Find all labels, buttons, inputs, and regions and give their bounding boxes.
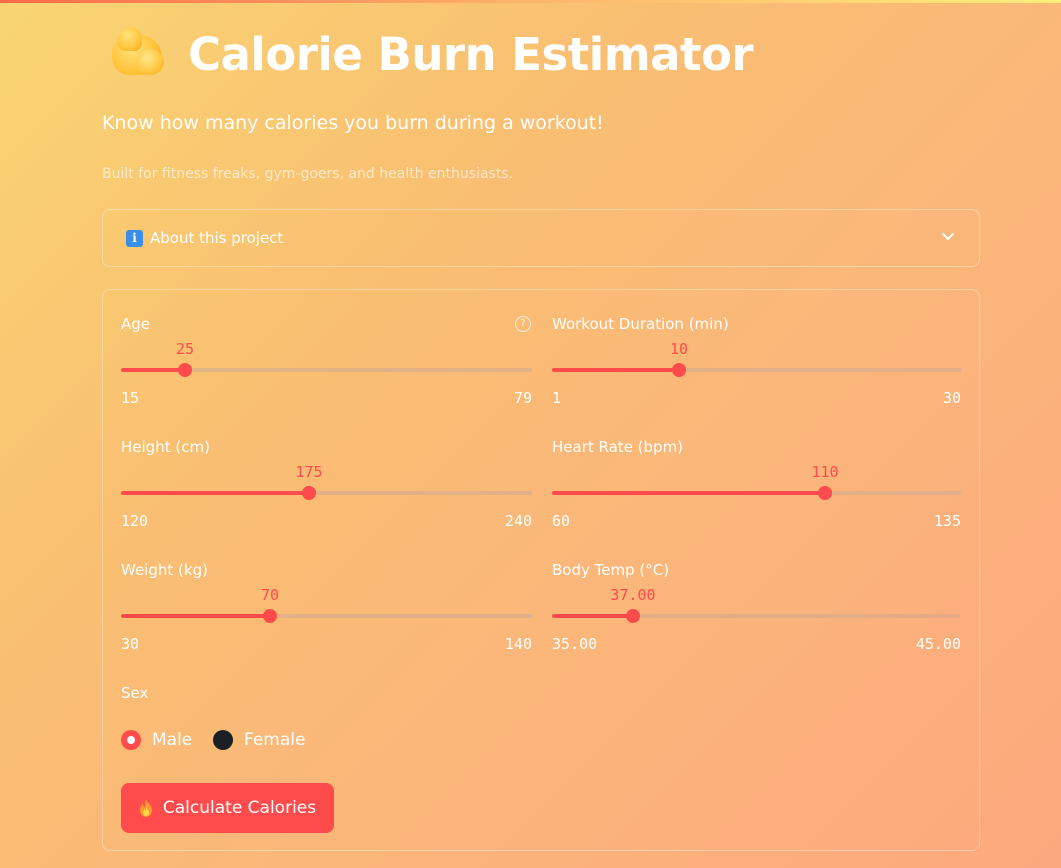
age-max: 79: [513, 389, 532, 407]
heart-rate-value: 110: [811, 463, 839, 481]
body-temp-slider: Body Temp (°C) 37.00 35.00 45.00: [552, 537, 963, 653]
height-value: 175: [295, 463, 323, 481]
duration-slider: Workout Duration (min) 10 1 30: [552, 291, 963, 407]
weight-value: 70: [260, 586, 280, 604]
height-min: 120: [121, 512, 149, 530]
expander-label: About this project: [150, 229, 284, 247]
heart-rate-label: Heart Rate (bpm): [552, 438, 684, 456]
age-slider-fill: [121, 368, 185, 372]
weight-slider-thumb[interactable]: [263, 609, 277, 623]
duration-slider-track[interactable]: [552, 368, 961, 372]
weight-slider: Weight (kg) 70 30 140: [121, 537, 532, 653]
duration-value: 10: [669, 340, 689, 358]
radio-female[interactable]: Female: [213, 729, 305, 751]
heart-rate-slider-track[interactable]: [552, 491, 961, 495]
height-slider-track[interactable]: [121, 491, 532, 495]
body-temp-value: 37.00: [610, 586, 656, 604]
radio-unselected-icon: [213, 730, 233, 750]
sex-label: Sex: [121, 684, 149, 702]
height-slider-fill: [121, 491, 309, 495]
body-temp-max: 45.00: [915, 635, 961, 653]
help-icon[interactable]: ?: [515, 316, 531, 332]
radio-label-male: Male: [152, 730, 193, 750]
weight-slider-fill: [121, 614, 270, 618]
fire-icon: [139, 799, 152, 817]
weight-slider-track[interactable]: [121, 614, 532, 618]
heart-rate-min: 60: [552, 512, 571, 530]
calculate-calories-button[interactable]: Calculate Calories: [121, 783, 334, 833]
age-min: 15: [121, 389, 140, 407]
body-temp-slider-fill: [552, 614, 633, 618]
duration-max: 30: [942, 389, 961, 407]
info-icon: i: [126, 230, 143, 247]
height-label: Height (cm): [121, 438, 210, 456]
age-label: Age: [121, 315, 151, 333]
header-accent-bar: [0, 0, 1061, 3]
height-slider: Height (cm) 175 120 240: [121, 414, 532, 530]
height-max: 240: [504, 512, 532, 530]
height-slider-thumb[interactable]: [302, 486, 316, 500]
heart-rate-max: 135: [933, 512, 961, 530]
age-value: 25: [175, 340, 195, 358]
chevron-down-icon: [942, 233, 954, 240]
page-subtitle: Know how many calories you burn during a…: [102, 112, 604, 134]
duration-min: 1: [552, 389, 562, 407]
about-project-expander[interactable]: i About this project: [102, 209, 980, 267]
radio-selected-icon: [121, 730, 141, 750]
radio-male[interactable]: Male: [121, 729, 192, 751]
age-slider-thumb[interactable]: [178, 363, 192, 377]
duration-label: Workout Duration (min): [552, 315, 729, 333]
weight-min: 30: [121, 635, 140, 653]
page-title: Calorie Burn Estimator: [188, 27, 754, 81]
heart-rate-slider: Heart Rate (bpm) 110 60 135: [552, 414, 963, 530]
body-temp-label: Body Temp (°C): [552, 561, 670, 579]
age-slider: Age ? 25 15 79: [121, 291, 532, 407]
weight-label: Weight (kg): [121, 561, 208, 579]
duration-slider-fill: [552, 368, 679, 372]
heart-rate-slider-thumb[interactable]: [818, 486, 832, 500]
body-temp-slider-thumb[interactable]: [626, 609, 640, 623]
calculate-calories-label: Calculate Calories: [162, 798, 317, 818]
radio-label-female: Female: [244, 730, 306, 750]
page-title-row: Calorie Burn Estimator: [108, 22, 754, 86]
body-temp-slider-track[interactable]: [552, 614, 961, 618]
body-temp-min: 35.00: [552, 635, 598, 653]
heart-rate-slider-fill: [552, 491, 825, 495]
duration-slider-thumb[interactable]: [672, 363, 686, 377]
weight-max: 140: [504, 635, 532, 653]
flexed-biceps-icon: [108, 25, 166, 83]
page-caption: Built for fitness freaks, gym-goers, and…: [102, 166, 514, 182]
